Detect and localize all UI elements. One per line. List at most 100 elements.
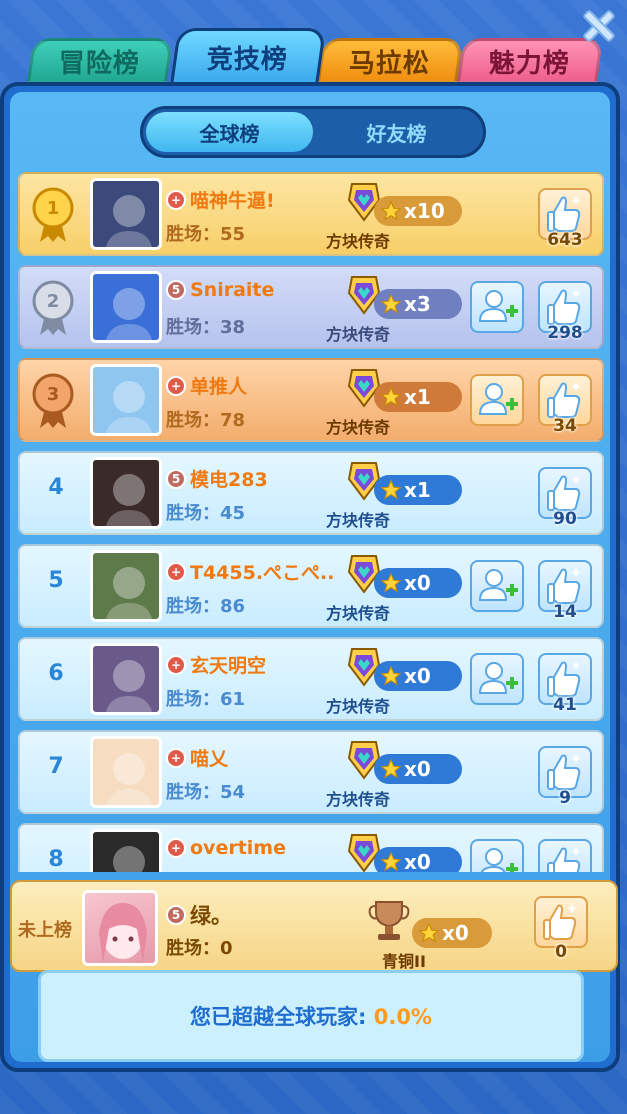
player-name: T4455.ぺこぺ... xyxy=(190,562,336,584)
tier-name: 方块传奇 xyxy=(326,697,391,716)
star-icon xyxy=(380,851,402,872)
rank-row[interactable]: 8 + overtime 胜场： x0 xyxy=(18,823,604,872)
tab-adventure[interactable]: 冒险榜 xyxy=(26,38,174,84)
tab-marathon[interactable]: 马拉松 xyxy=(316,38,464,84)
star-count: x10 xyxy=(374,196,462,226)
rank-row[interactable]: 2 5 Sniraite 胜场：38 x3 方块传奇 298 xyxy=(18,265,604,349)
player-name-line: + T4455.ぺこぺ... xyxy=(166,558,336,585)
avatar-art xyxy=(106,753,152,805)
add-friend-button[interactable] xyxy=(470,560,524,612)
star-icon xyxy=(380,386,402,407)
player-name: 玄天明空 xyxy=(190,655,267,677)
star-count: x1 xyxy=(374,475,462,505)
player-name-line: + overtime xyxy=(166,837,286,859)
tab-label: 马拉松 xyxy=(349,48,431,79)
wins-label: 胜场： xyxy=(166,596,220,617)
star-icon xyxy=(380,479,402,500)
star-icon xyxy=(380,200,402,221)
add-friend-button[interactable] xyxy=(470,653,524,705)
avatar-art xyxy=(106,195,152,247)
plus-badge-icon: + xyxy=(166,654,186,675)
star-icon xyxy=(418,922,440,943)
like-count: 9 xyxy=(559,788,571,808)
wins-value: 38 xyxy=(220,317,246,338)
add-friend-icon xyxy=(478,569,518,601)
rank-number: 7 xyxy=(48,754,64,779)
like-count: 34 xyxy=(553,416,577,436)
tab-global[interactable]: 全球榜 xyxy=(146,112,313,152)
avatar[interactable] xyxy=(82,890,158,966)
player-name: 单推人 xyxy=(190,376,248,398)
avatar-art xyxy=(106,474,152,526)
wins-label: 胜场： xyxy=(166,503,220,524)
add-friend-button[interactable] xyxy=(470,374,524,426)
rank-row[interactable]: 5 + T4455.ぺこぺ... 胜场：86 x0 方块传奇 14 xyxy=(18,544,604,628)
wins-label: 胜场： xyxy=(166,410,220,431)
rank-number: 4 xyxy=(48,475,64,500)
avatar-art xyxy=(99,903,147,963)
rank-number: 3 xyxy=(47,384,60,405)
avatar[interactable] xyxy=(90,736,162,808)
surpass-percent: 0.0% xyxy=(373,1005,432,1029)
like-button[interactable] xyxy=(534,896,588,948)
tab-label: 竞技榜 xyxy=(207,44,289,75)
avatar[interactable] xyxy=(90,364,162,436)
avatar[interactable] xyxy=(90,271,162,343)
star-count-value: x0 xyxy=(404,757,431,781)
level-badge: 5 xyxy=(166,280,186,300)
star-icon xyxy=(380,758,402,779)
tab-friends[interactable]: 好友榜 xyxy=(313,112,480,152)
plus-badge-icon: + xyxy=(166,561,186,582)
rank-row[interactable]: 6 + 玄天明空 胜场：61 x0 方块传奇 41 xyxy=(18,637,604,721)
like-count: 14 xyxy=(553,602,577,622)
rank-number: 1 xyxy=(47,198,60,219)
add-friend-button[interactable] xyxy=(470,281,524,333)
close-icon xyxy=(583,10,615,42)
wins: 胜场：61 xyxy=(166,685,245,711)
tier-name: 方块传奇 xyxy=(326,511,391,530)
ranking-list[interactable]: 1 + 喵神牛逼! 胜场：55 x10 方块传奇 643 2 5 Snirait… xyxy=(18,172,604,872)
tab-arena[interactable]: 竞技榜 xyxy=(169,28,327,86)
player-name: 绿。 xyxy=(190,904,232,928)
add-friend-icon xyxy=(478,290,518,322)
player-name-line: 5 模电283 xyxy=(166,465,268,492)
wins-value: 86 xyxy=(220,596,246,617)
leaderboard-tabs: 冒险榜 马拉松 魅力榜 竞技榜 xyxy=(22,28,604,86)
like-count: 0 xyxy=(555,942,567,962)
star-count: x0 xyxy=(412,918,492,948)
unranked-label: 未上榜 xyxy=(18,920,72,941)
player-name-line: 5 绿。 xyxy=(166,900,232,930)
rank-number: 6 xyxy=(48,661,64,686)
star-count: x0 xyxy=(374,568,462,598)
star-count: x0 xyxy=(374,754,462,784)
player-name: 模电283 xyxy=(190,469,268,491)
rank-row[interactable]: 7 + 喵乂 胜场：54 x0 方块传奇 9 xyxy=(18,730,604,814)
add-friend-icon xyxy=(478,662,518,694)
tier-name: 方块传奇 xyxy=(326,790,391,809)
star-icon xyxy=(380,293,402,314)
rank-row[interactable]: 1 + 喵神牛逼! 胜场：55 x10 方块传奇 643 xyxy=(18,172,604,256)
close-button[interactable] xyxy=(577,4,621,48)
rank-row[interactable]: 4 5 模电283 胜场：45 x1 方块传奇 90 xyxy=(18,451,604,535)
wins: 胜场：86 xyxy=(166,592,245,618)
avatar[interactable] xyxy=(90,178,162,250)
avatar-art xyxy=(106,381,152,433)
avatar[interactable] xyxy=(90,550,162,622)
my-rank-row: 未上榜 5 绿。 胜场：0 x0 青铜II 0 xyxy=(10,880,618,972)
avatar[interactable] xyxy=(90,829,162,872)
tab-label: 魅力榜 xyxy=(489,48,571,79)
plus-badge-icon: + xyxy=(166,838,186,858)
tier-name: 方块传奇 xyxy=(326,232,391,251)
wins-value: 78 xyxy=(220,410,246,431)
star-count-value: x0 xyxy=(404,571,431,595)
rank-number: 2 xyxy=(47,291,60,312)
add-friend-icon xyxy=(480,848,518,872)
like-button[interactable] xyxy=(538,839,592,872)
avatar[interactable] xyxy=(90,643,162,715)
wins-label: 胜场： xyxy=(166,938,220,959)
avatar-art xyxy=(106,288,152,340)
player-name: overtime xyxy=(190,837,286,859)
add-friend-button[interactable] xyxy=(470,839,524,872)
avatar[interactable] xyxy=(90,457,162,529)
rank-row[interactable]: 3 + 单推人 胜场：78 x1 方块传奇 34 xyxy=(18,358,604,442)
